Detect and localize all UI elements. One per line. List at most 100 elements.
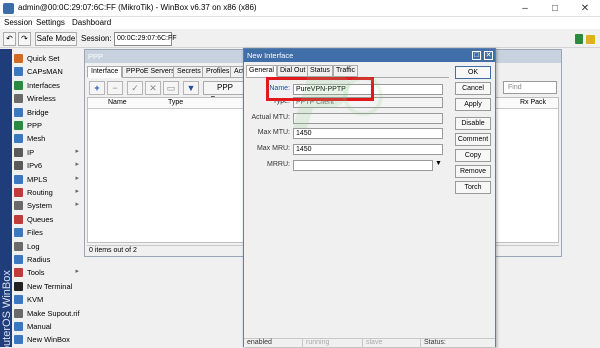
sidebar-item-label: Interfaces <box>27 80 60 90</box>
sidebar-item-label: Files <box>27 228 43 238</box>
comment-icon[interactable]: ▭ <box>163 81 179 95</box>
sidebar-item-manual[interactable]: Manual <box>14 320 81 333</box>
sidebar-item-label: Tools <box>27 268 45 278</box>
menu-bar: Session Settings Dashboard <box>0 17 600 29</box>
mpls-icon <box>14 174 23 184</box>
sidebar-item-label: System <box>27 201 53 211</box>
mrru-field[interactable] <box>293 160 433 171</box>
sidebar-item-routing[interactable]: Routing ▸ <box>14 186 81 199</box>
undo-button[interactable]: ↶ <box>3 32 16 46</box>
tab-general[interactable]: General <box>246 65 277 77</box>
ppp-scanner-button[interactable]: PPP Scanner <box>203 81 247 104</box>
remove-button[interactable]: Remove <box>455 165 491 178</box>
sidebar-item-ipv6[interactable]: IPv6 ▸ <box>14 159 81 172</box>
minimize-button[interactable]: – <box>510 0 540 17</box>
sidebar-item-ip[interactable]: IP ▸ <box>14 146 81 159</box>
winbox-app-icon <box>3 3 14 14</box>
manual-icon <box>14 322 23 331</box>
ppp-icon <box>14 121 23 130</box>
dialog-close-icon[interactable]: ✕ <box>484 51 493 60</box>
files-icon <box>14 228 23 238</box>
sidebar-item-label: Log <box>27 241 40 251</box>
log-icon <box>14 241 23 251</box>
terminal-icon <box>14 281 23 291</box>
sidebar-item-bridge[interactable]: Bridge <box>14 106 81 119</box>
apply-button[interactable]: Apply <box>455 98 491 111</box>
copy-button[interactable]: Copy <box>455 149 491 162</box>
quick-set-icon <box>14 54 23 63</box>
tools-icon <box>14 268 23 278</box>
disable-icon[interactable]: ✕ <box>145 81 161 95</box>
sidebar-item-ppp[interactable]: PPP <box>14 119 81 132</box>
sidebar-item-files[interactable]: Files <box>14 226 81 239</box>
torch-button[interactable]: Torch <box>455 181 491 194</box>
sidebar-item-tools[interactable]: Tools ▸ <box>14 266 81 279</box>
menu-settings[interactable]: Settings <box>36 18 65 27</box>
sidebar-item-label: Queues <box>27 214 54 224</box>
sidebar-item-make-supout-rif[interactable]: Make Supout.rif <box>14 307 81 320</box>
sidebar-item-mesh[interactable]: Mesh <box>14 132 81 145</box>
routing-icon <box>14 188 23 197</box>
brand-strip: RouterOS WinBox <box>0 49 12 347</box>
connection-icon <box>575 34 583 44</box>
mrru-dropdown-icon[interactable]: ▼ <box>435 160 442 167</box>
sidebar-item-log[interactable]: Log <box>14 240 81 253</box>
enable-icon[interactable]: ✓ <box>127 81 143 95</box>
dialog-title: New Interface <box>247 51 294 60</box>
sidebar-item-label: IPv6 <box>27 161 43 171</box>
session-field[interactable]: 00:0C:29:07:6C:FF <box>114 32 177 46</box>
menu-session[interactable]: Session <box>4 18 32 27</box>
column-name[interactable]: Name <box>108 99 127 106</box>
sidebar-item-queues[interactable]: Queues <box>14 213 81 226</box>
bridge-icon <box>14 107 23 117</box>
safe-mode-button[interactable]: Safe Mode <box>35 32 77 46</box>
sidebar-item-label: Bridge <box>27 107 49 117</box>
disable-button[interactable]: Disable <box>455 117 491 130</box>
tab-interface[interactable]: Interface <box>87 66 123 78</box>
sidebar-item-capsman[interactable]: CAPsMAN <box>14 65 81 78</box>
dialog-restore-icon[interactable]: □ <box>472 51 481 60</box>
sidebar-item-label: Routing <box>27 188 53 197</box>
capsman-icon <box>14 67 23 77</box>
sidebar-item-label: Manual <box>27 322 52 331</box>
sidebar-item-radius[interactable]: Radius <box>14 253 81 266</box>
tab-secrets[interactable]: Secrets <box>173 66 205 78</box>
tab-profiles[interactable]: Profiles <box>202 66 234 78</box>
sidebar-item-interfaces[interactable]: Interfaces <box>14 79 81 92</box>
supout-icon <box>14 308 23 318</box>
sidebar-item-label: MPLS <box>27 174 48 184</box>
find-input[interactable]: Find <box>503 81 557 94</box>
submenu-arrow-icon: ▸ <box>75 188 79 195</box>
column-type[interactable]: Type <box>168 99 183 106</box>
submenu-arrow-icon: ▸ <box>75 147 79 155</box>
cancel-button[interactable]: Cancel <box>455 82 491 95</box>
winbox-icon <box>14 335 23 345</box>
menu-dashboard[interactable]: Dashboard <box>72 18 111 27</box>
submenu-arrow-icon: ▸ <box>75 161 79 169</box>
column-rx-pack[interactable]: Rx Pack <box>520 99 546 106</box>
sidebar-item-new-terminal[interactable]: New Terminal <box>14 280 81 293</box>
remove-icon[interactable]: − <box>107 81 123 95</box>
sidebar-item-quick-set[interactable]: Quick Set <box>14 52 81 65</box>
sidebar-item-kvm[interactable]: KVM <box>14 293 81 306</box>
submenu-arrow-icon: ▸ <box>75 174 79 182</box>
redo-button[interactable]: ↷ <box>18 32 31 46</box>
sidebar-item-label: Make Supout.rif <box>27 308 80 318</box>
maximize-button[interactable]: □ <box>540 0 570 17</box>
filter-icon[interactable]: ▼ <box>183 81 199 95</box>
max-mru-field[interactable]: 1450 <box>293 144 443 155</box>
add-icon[interactable]: + <box>89 81 105 95</box>
items-count: 0 items out of 2 <box>89 247 137 254</box>
ipv6-icon <box>14 161 23 171</box>
sidebar-item-mpls[interactable]: MPLS ▸ <box>14 173 81 186</box>
sidebar-item-label: New WinBox <box>27 335 70 345</box>
ok-button[interactable]: OK <box>455 66 491 79</box>
sidebar-item-wireless[interactable]: Wireless <box>14 92 81 105</box>
comment-button[interactable]: Comment <box>455 133 491 146</box>
sidebar-item-label: CAPsMAN <box>27 67 63 77</box>
wireless-icon <box>14 94 23 104</box>
sidebar-item-system[interactable]: System ▸ <box>14 199 81 212</box>
sidebar-item-new-winbox[interactable]: New WinBox <box>14 333 81 346</box>
close-button[interactable]: ✕ <box>570 0 600 17</box>
tab-pppoe-servers[interactable]: PPPoE Servers <box>122 66 179 78</box>
